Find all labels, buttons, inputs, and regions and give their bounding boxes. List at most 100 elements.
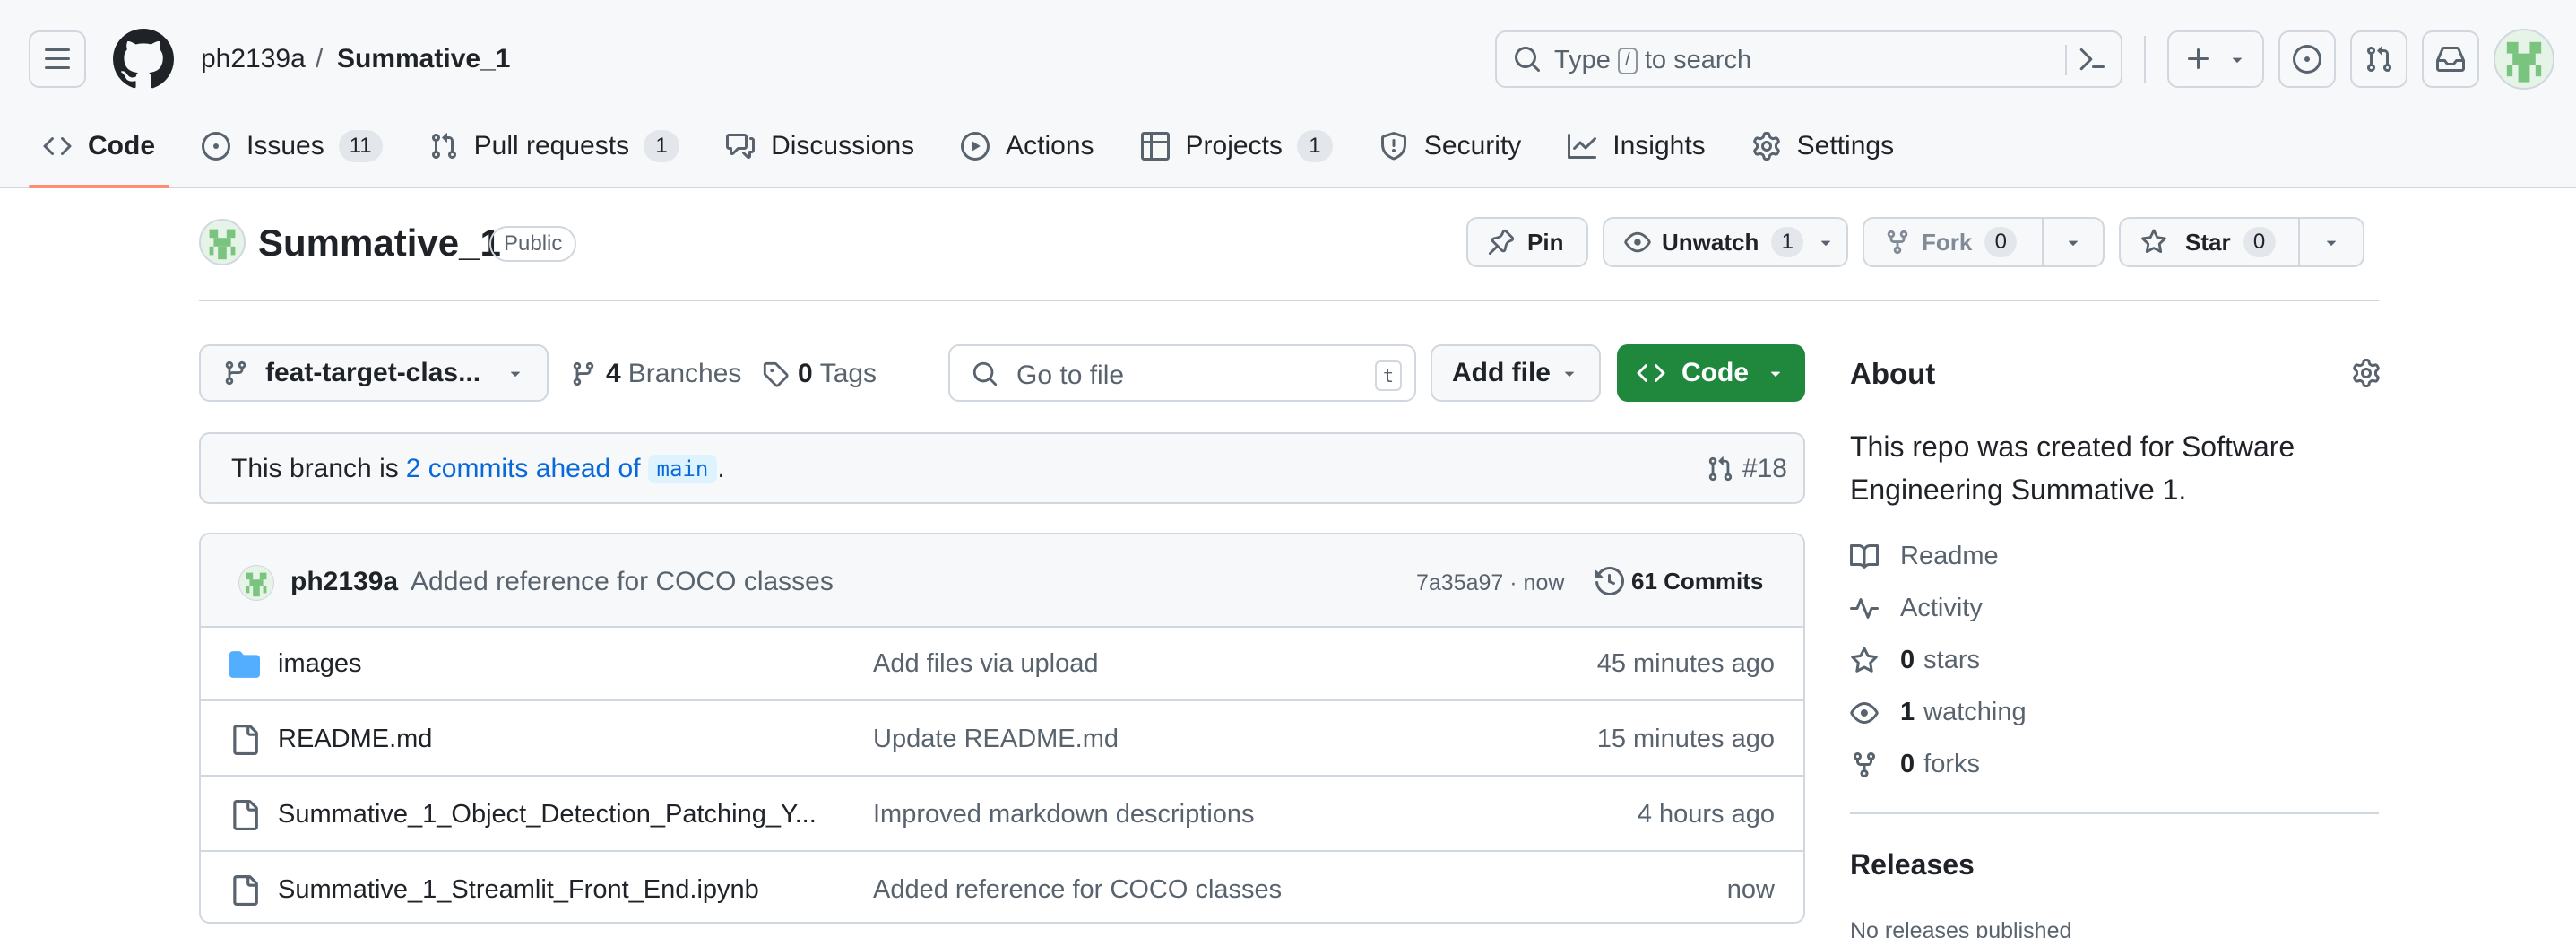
tab-security-label: Security <box>1423 131 1522 161</box>
repo-owner-avatar <box>199 219 246 265</box>
create-new-button[interactable] <box>2167 30 2264 88</box>
tab-actions-label: Actions <box>1006 131 1094 161</box>
tab-settings[interactable]: Settings <box>1738 124 1908 169</box>
file-commit-time: 4 hours ago <box>1637 800 1775 829</box>
latest-commit-row: ph2139a Added reference for COCO classes… <box>201 534 1803 628</box>
add-file-button[interactable]: Add file <box>1431 344 1601 402</box>
file-commit-message[interactable]: Added reference for COCO classes <box>873 875 1282 905</box>
file-commit-message[interactable]: Add files via upload <box>873 649 1099 679</box>
commits-history-link[interactable]: 61 Commits <box>1595 567 1763 595</box>
breadcrumb-separator: / <box>316 44 324 74</box>
star-dropdown[interactable] <box>2300 219 2363 265</box>
search-placeholder-prefix: Type <box>1554 46 1611 74</box>
commit-hash-time[interactable]: 7a35a97 · now <box>1416 570 1564 596</box>
shield-icon <box>1380 132 1406 161</box>
caret-down-icon <box>510 371 521 377</box>
linked-pull-request[interactable]: #18 <box>1707 454 1787 484</box>
search-placeholder: Type / to search <box>1554 46 1751 75</box>
issues-icon <box>202 132 230 161</box>
unwatch-button[interactable]: Unwatch 1 <box>1603 217 1848 267</box>
header-divider <box>2144 36 2146 83</box>
tab-insights-label: Insights <box>1612 131 1706 161</box>
commit-message[interactable]: Added reference for COCO classes <box>411 567 834 597</box>
releases-heading[interactable]: Releases <box>1850 848 1975 882</box>
fork-button[interactable]: Fork 0 <box>1863 217 2105 267</box>
pin-button[interactable]: Pin <box>1466 217 1588 267</box>
caret-down-icon <box>2068 240 2079 246</box>
tab-actions[interactable]: Actions <box>947 124 1108 169</box>
visibility-badge: Public <box>489 226 577 262</box>
sidebar-divider <box>1850 812 2379 814</box>
your-issues-button[interactable] <box>2278 30 2336 88</box>
caret-down-icon <box>2326 240 2337 246</box>
book-icon <box>1850 543 1879 569</box>
command-palette-icon[interactable] <box>2078 45 2106 74</box>
about-heading: About <box>1850 357 1936 390</box>
branch-selector[interactable]: feat-target-clas... <box>199 344 549 402</box>
stars-link[interactable]: 0 stars <box>1850 646 1980 675</box>
star-button[interactable]: Star 0 <box>2119 217 2364 267</box>
github-logo-icon[interactable] <box>113 29 174 90</box>
caret-down-icon <box>1821 240 1831 246</box>
search-placeholder-suffix: to search <box>1644 46 1752 74</box>
file-name[interactable]: images <box>278 649 362 679</box>
file-commit-message[interactable]: Update README.md <box>873 725 1119 754</box>
commit-author[interactable]: ph2139a <box>290 567 398 597</box>
code-icon <box>43 136 72 156</box>
tab-security[interactable]: Security <box>1365 124 1535 169</box>
file-commit-message[interactable]: Improved markdown descriptions <box>873 800 1255 829</box>
menu-button[interactable] <box>29 30 86 88</box>
discussions-icon <box>726 134 756 159</box>
watching-link[interactable]: 1 watching <box>1850 698 2027 727</box>
pull-requests-icon <box>431 133 456 160</box>
tab-code-label: Code <box>88 131 155 161</box>
tab-projects[interactable]: Projects 1 <box>1127 124 1347 169</box>
table-row[interactable]: images Add files via upload 45 minutes a… <box>201 628 1803 701</box>
tab-code[interactable]: Code <box>29 124 169 188</box>
commit-author-avatar[interactable] <box>238 565 274 601</box>
activity-link[interactable]: Activity <box>1850 594 1983 623</box>
repo-title[interactable]: Summative_1 <box>258 221 501 265</box>
global-header: ph2139a / Summative_1 Type / to search C… <box>0 0 2576 188</box>
inbox-button[interactable] <box>2422 30 2479 88</box>
fork-count: 0 <box>1984 227 2018 257</box>
tags-link[interactable]: 0 Tags <box>762 359 877 389</box>
tab-issues[interactable]: Issues 11 <box>187 124 397 169</box>
gear-icon[interactable] <box>2352 359 2381 387</box>
star-count: 0 <box>2243 227 2276 257</box>
breadcrumb-repo[interactable]: Summative_1 <box>337 43 510 75</box>
forks-link[interactable]: 0 forks <box>1850 750 1980 779</box>
file-commit-time: 45 minutes ago <box>1596 649 1775 678</box>
user-avatar[interactable] <box>2494 29 2554 90</box>
fork-dropdown[interactable] <box>2044 219 2103 265</box>
file-name[interactable]: Summative_1_Streamlit_Front_End.ipynb <box>278 875 759 905</box>
branches-link[interactable]: 4 Branches <box>570 359 741 389</box>
file-name[interactable]: Summative_1_Object_Detection_Patching_Y.… <box>278 800 817 829</box>
plus-icon <box>2188 48 2209 69</box>
tags-label: Tags <box>819 359 877 388</box>
releases-empty-text: No releases published <box>1850 918 2072 938</box>
tag-icon <box>763 361 789 387</box>
readme-label: Readme <box>1900 542 1999 570</box>
search-icon <box>972 361 998 386</box>
readme-link[interactable]: Readme <box>1850 542 1999 571</box>
table-row[interactable]: Summative_1_Object_Detection_Patching_Y.… <box>201 778 1803 852</box>
file-name[interactable]: README.md <box>278 725 432 754</box>
table-row[interactable]: README.md Update README.md 15 minutes ag… <box>201 703 1803 777</box>
breadcrumb-owner[interactable]: ph2139a <box>201 43 306 75</box>
branch-info-suffix: . <box>717 454 725 483</box>
tab-pull-requests[interactable]: Pull requests 1 <box>415 124 694 169</box>
go-to-file-input[interactable]: Go to file t <box>948 344 1416 402</box>
global-search-input[interactable]: Type / to search <box>1495 30 2122 88</box>
commits-ahead-link[interactable]: 2 commits ahead of <box>406 454 641 484</box>
repo-forked-icon <box>1854 751 1875 777</box>
tab-insights[interactable]: Insights <box>1553 124 1719 169</box>
table-row[interactable]: Summative_1_Streamlit_Front_End.ipynb Ad… <box>201 854 1803 922</box>
fork-label: Fork <box>1922 228 1973 256</box>
pull-requests-icon <box>1708 456 1733 482</box>
code-download-button[interactable]: Code <box>1617 344 1805 402</box>
unwatch-label: Unwatch <box>1662 228 1759 256</box>
your-pull-requests-button[interactable] <box>2350 30 2407 88</box>
tab-discussions[interactable]: Discussions <box>712 124 929 169</box>
base-branch-label[interactable]: main <box>647 455 718 483</box>
